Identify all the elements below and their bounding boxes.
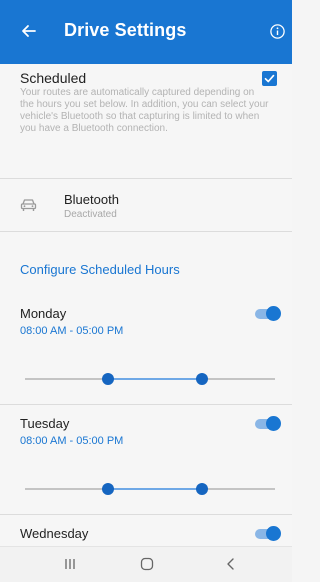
divider	[0, 514, 292, 515]
toggle-knob	[266, 526, 281, 541]
configure-hours-heading: Configure Scheduled Hours	[20, 262, 180, 277]
day-row-tuesday: Tuesday 08:00 AM - 05:00 PM	[0, 416, 292, 514]
scheduled-label: Scheduled	[20, 70, 87, 86]
app-bar: Drive Settings	[0, 0, 292, 64]
day-row-monday: Monday 08:00 AM - 05:00 PM	[0, 306, 292, 404]
car-icon	[20, 199, 37, 211]
bluetooth-status: Deactivated	[64, 209, 117, 220]
info-icon[interactable]	[270, 24, 285, 39]
system-nav-bar	[0, 546, 292, 582]
check-icon	[264, 74, 275, 83]
back-chevron-icon[interactable]	[224, 557, 238, 571]
day-name: Wednesday	[20, 526, 89, 541]
recents-icon[interactable]	[63, 557, 77, 571]
day-name: Monday	[20, 306, 67, 321]
day-toggle-monday[interactable]	[255, 306, 281, 321]
day-row-wednesday: Wednesday	[0, 526, 292, 546]
home-icon[interactable]	[140, 557, 154, 571]
day-toggle-wednesday[interactable]	[255, 526, 281, 541]
scheduled-checkbox[interactable]	[262, 71, 277, 86]
slider-start-thumb[interactable]	[102, 373, 115, 385]
toggle-knob	[266, 306, 281, 321]
divider	[0, 404, 292, 405]
day-name: Tuesday	[20, 416, 70, 431]
scheduled-description: Your routes are automatically captured d…	[20, 87, 269, 134]
hours-slider-tuesday[interactable]	[25, 482, 275, 496]
bluetooth-title: Bluetooth	[64, 192, 119, 207]
slider-range	[108, 378, 202, 380]
page-title: Drive Settings	[64, 20, 187, 40]
slider-end-thumb[interactable]	[196, 373, 208, 385]
day-hours: 08:00 AM - 05:00 PM	[20, 325, 124, 337]
slider-start-thumb[interactable]	[102, 483, 115, 495]
bluetooth-row[interactable]: Bluetooth Deactivated	[0, 179, 292, 232]
day-hours: 08:00 AM - 05:00 PM	[20, 435, 124, 447]
hours-slider-monday[interactable]	[25, 372, 275, 386]
arrow-left-icon[interactable]	[19, 21, 39, 41]
settings-content[interactable]: Scheduled Your routes are automatically …	[0, 64, 292, 546]
scheduled-section: Scheduled Your routes are automatically …	[0, 64, 292, 179]
toggle-knob	[266, 416, 281, 431]
slider-end-thumb[interactable]	[196, 483, 208, 495]
slider-range	[108, 488, 202, 490]
day-toggle-tuesday[interactable]	[255, 416, 281, 431]
